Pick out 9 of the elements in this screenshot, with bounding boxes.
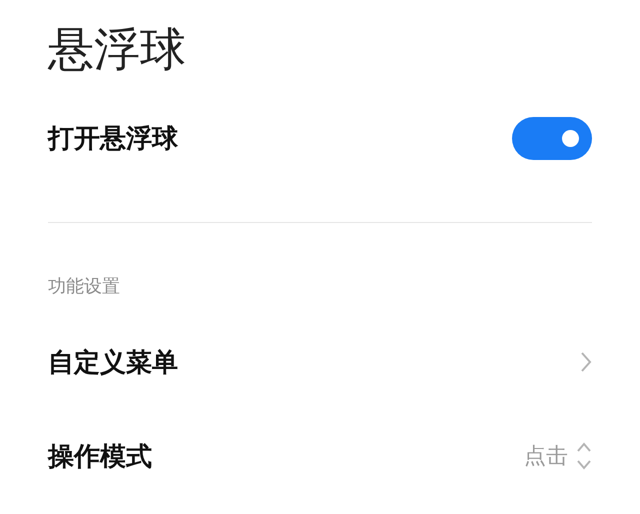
- chevron-right-icon: [580, 351, 592, 373]
- menu-item-label[interactable]: 自定义菜单: [48, 344, 178, 380]
- up-down-chevron-icon: [576, 441, 592, 471]
- section-header: 功能设置: [48, 275, 121, 299]
- page-title: 悬浮球: [48, 21, 187, 78]
- toggle-switch[interactable]: [512, 116, 592, 160]
- menu-item-label[interactable]: 操作模式: [48, 438, 152, 474]
- mode-value: 点击: [524, 443, 568, 471]
- setting-label: 打开悬浮球: [48, 122, 178, 156]
